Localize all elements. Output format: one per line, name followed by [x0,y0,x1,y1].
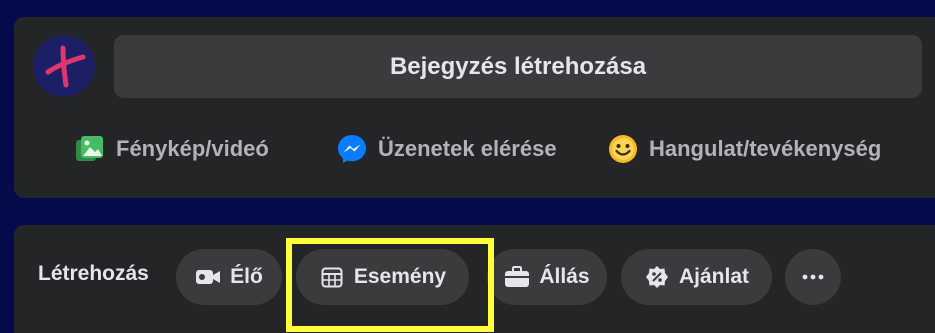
job-label: Állás [539,265,590,288]
photo-video-label: Fénykép/videó [116,136,269,161]
avatar-logo-icon [45,45,86,88]
offer-label: Ajánlat [678,265,749,288]
create-bar: Létrehozás Élő Esemény Állás Ajánlat [14,225,935,333]
more-icon [800,264,826,290]
briefcase-icon [504,264,530,290]
avatar[interactable] [33,35,95,97]
feeling-activity-label: Hangulat/tevékenység [649,136,882,161]
messenger-button[interactable]: Üzenetek elérése [336,130,557,168]
more-button[interactable] [785,249,841,305]
smiley-icon [607,133,639,165]
video-camera-icon [195,264,221,290]
messenger-icon [336,133,368,165]
live-button[interactable]: Élő [176,249,282,305]
feeling-activity-button[interactable]: Hangulat/tevékenység [607,130,881,168]
live-label: Élő [230,265,263,288]
event-label: Esemény [353,265,447,288]
create-post-input[interactable]: Bejegyzés létrehozása [114,35,922,98]
offer-tag-icon [644,264,670,290]
job-button[interactable]: Állás [487,249,607,305]
messenger-label: Üzenetek elérése [378,136,557,161]
event-button[interactable]: Esemény [296,249,469,305]
photo-video-icon [74,133,106,165]
photo-video-button[interactable]: Fénykép/videó [74,130,269,168]
calendar-icon [319,264,345,290]
post-composer: Bejegyzés létrehozása Fénykép/videó Üzen… [14,17,935,198]
offer-button[interactable]: Ajánlat [621,249,772,305]
create-label: Létrehozás [38,262,149,285]
